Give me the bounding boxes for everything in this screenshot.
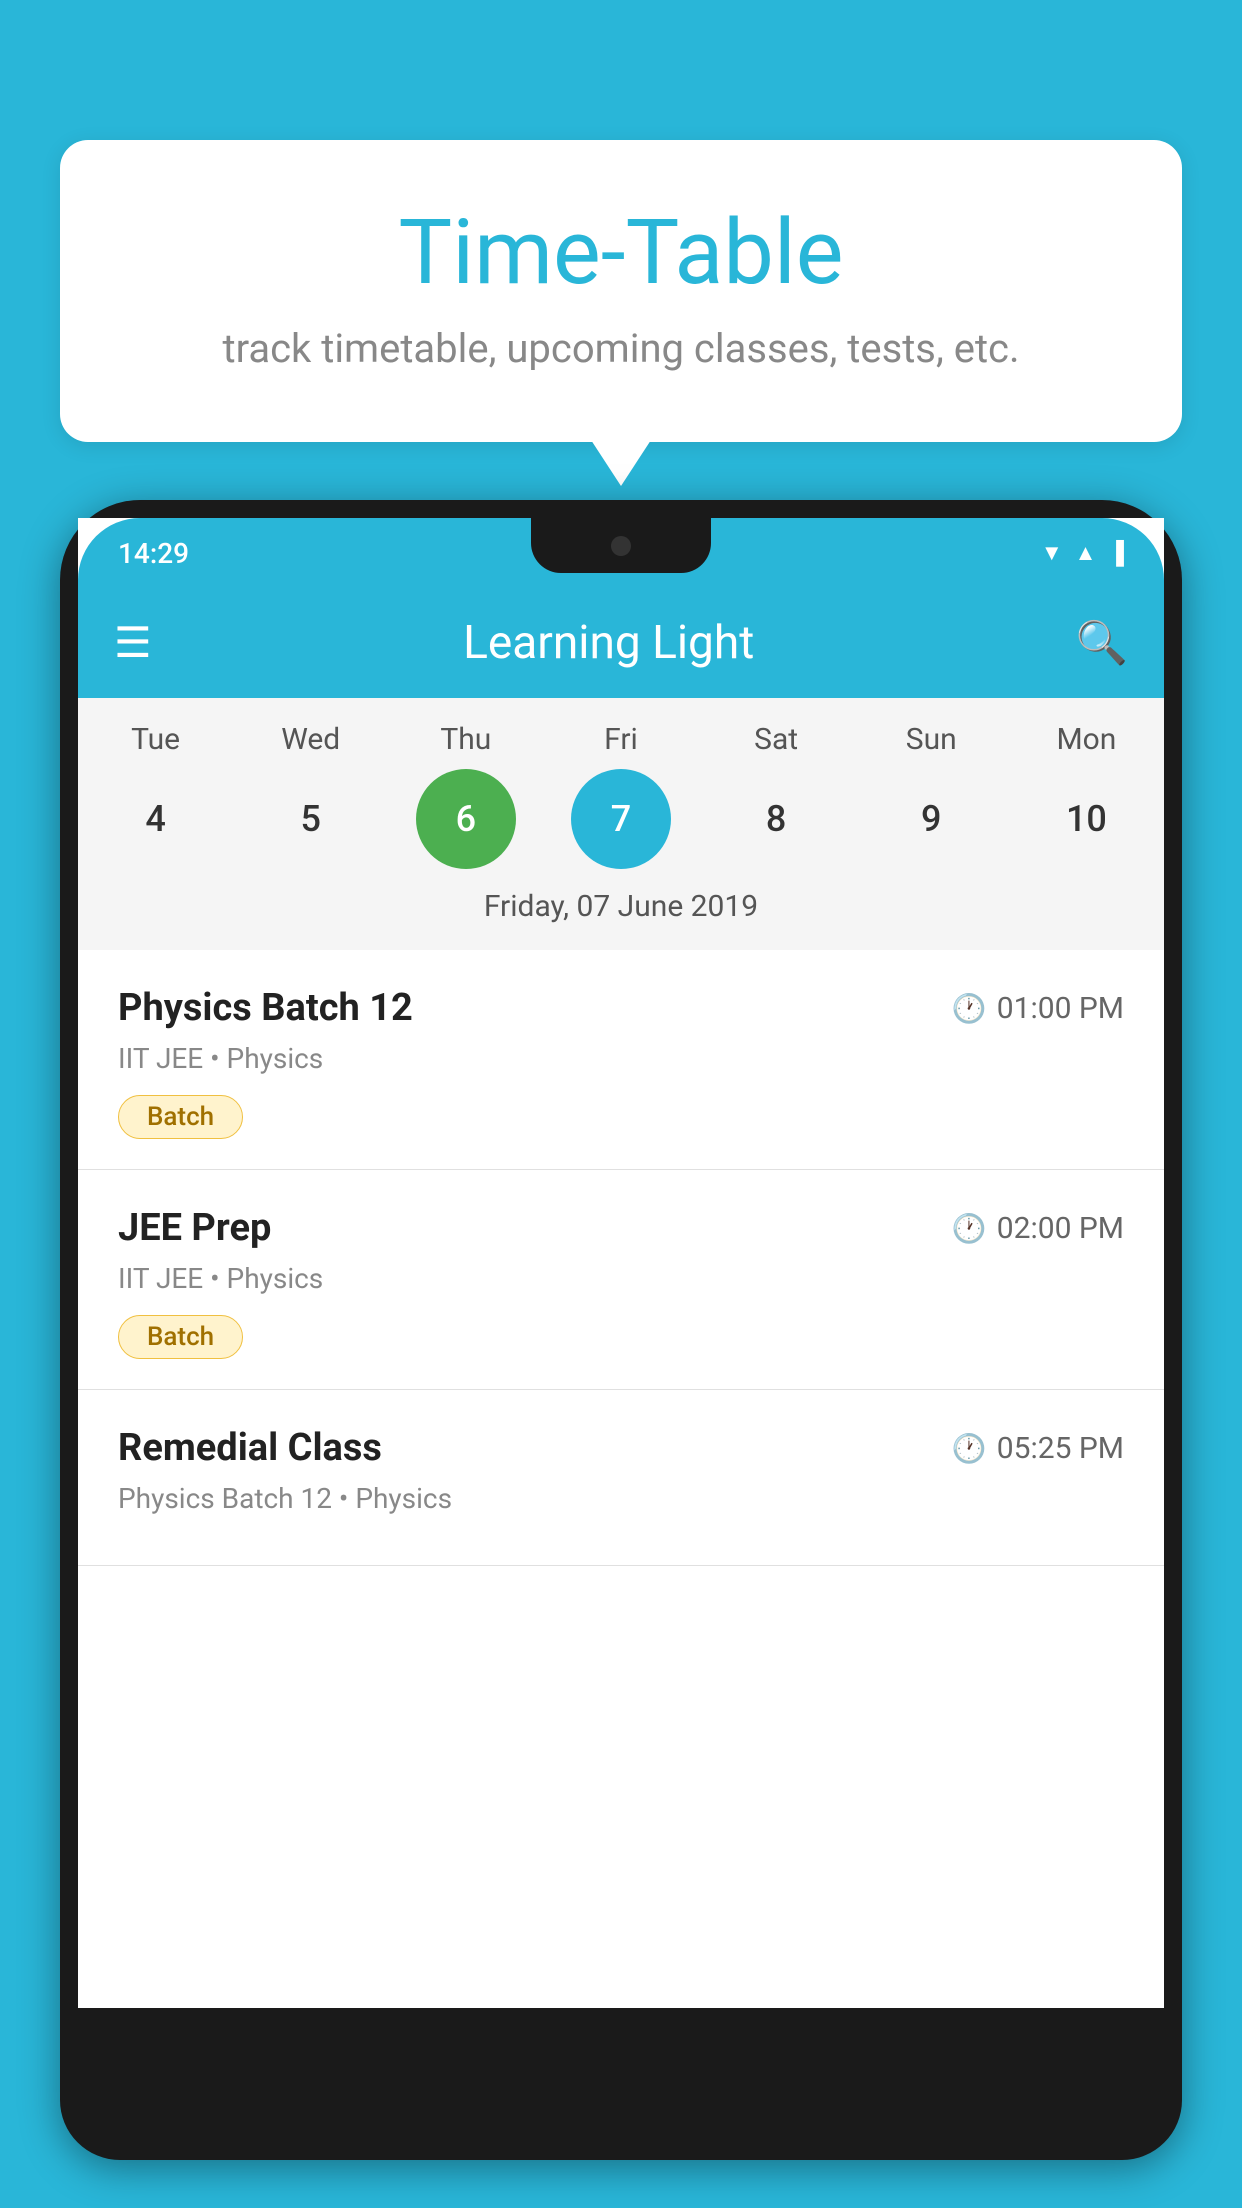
day-name-mon: Mon (1036, 722, 1136, 757)
schedule-item-3[interactable]: Remedial Class 🕐 05:25 PM Physics Batch … (78, 1390, 1164, 1566)
day-7-selected[interactable]: 7 (571, 769, 671, 869)
schedule-item-2-title: JEE Prep (118, 1206, 271, 1250)
day-6-today[interactable]: 6 (416, 769, 516, 869)
schedule-item-1-header: Physics Batch 12 🕐 01:00 PM (118, 986, 1124, 1030)
schedule-item-2-badge: Batch (118, 1315, 243, 1359)
schedule-item-2-time-value: 02:00 PM (997, 1211, 1124, 1246)
schedule-list: Physics Batch 12 🕐 01:00 PM IIT JEE • Ph… (78, 950, 1164, 1566)
day-8[interactable]: 8 (726, 769, 826, 869)
schedule-item-3-time-value: 05:25 PM (997, 1431, 1124, 1466)
day-9[interactable]: 9 (881, 769, 981, 869)
schedule-item-2-header: JEE Prep 🕐 02:00 PM (118, 1206, 1124, 1250)
day-name-sat: Sat (726, 722, 826, 757)
schedule-item-1[interactable]: Physics Batch 12 🕐 01:00 PM IIT JEE • Ph… (78, 950, 1164, 1170)
status-icons: ▼ ▲ ▐ (1041, 540, 1124, 566)
schedule-item-2-sub: IIT JEE • Physics (118, 1262, 1124, 1295)
day-name-thu: Thu (416, 722, 516, 757)
day-name-sun: Sun (881, 722, 981, 757)
wifi-icon: ▼ (1041, 540, 1063, 566)
schedule-item-3-header: Remedial Class 🕐 05:25 PM (118, 1426, 1124, 1470)
speech-bubble: Time-Table track timetable, upcoming cla… (60, 140, 1182, 442)
schedule-item-1-title: Physics Batch 12 (118, 986, 413, 1030)
phone-outer: 14:29 ▼ ▲ ▐ ☰ Learning Light 🔍 Tue (60, 500, 1182, 2160)
schedule-item-2-time: 🕐 02:00 PM (952, 1211, 1124, 1246)
day-numbers: 4 5 6 7 8 9 10 (78, 769, 1164, 869)
status-bar: 14:29 ▼ ▲ ▐ (78, 518, 1164, 588)
search-icon[interactable]: 🔍 (1076, 619, 1128, 668)
day-name-fri: Fri (571, 722, 671, 757)
status-time: 14:29 (118, 537, 189, 570)
schedule-item-2[interactable]: JEE Prep 🕐 02:00 PM IIT JEE • Physics Ba… (78, 1170, 1164, 1390)
schedule-item-1-sub: IIT JEE • Physics (118, 1042, 1124, 1075)
app-bar-title: Learning Light (142, 616, 1076, 670)
day-4[interactable]: 4 (106, 769, 206, 869)
schedule-item-3-title: Remedial Class (118, 1426, 382, 1470)
day-10[interactable]: 10 (1036, 769, 1136, 869)
day-name-wed: Wed (261, 722, 361, 757)
phone-screen: 14:29 ▼ ▲ ▐ ☰ Learning Light 🔍 Tue (78, 518, 1164, 2008)
phone-notch (531, 518, 711, 573)
bubble-title: Time-Table (140, 200, 1102, 305)
schedule-item-3-time: 🕐 05:25 PM (952, 1431, 1124, 1466)
clock-icon-3: 🕐 (952, 1432, 987, 1465)
selected-date-label: Friday, 07 June 2019 (78, 889, 1164, 934)
signal-icon: ▲ (1075, 540, 1097, 566)
day-5[interactable]: 5 (261, 769, 361, 869)
clock-icon-2: 🕐 (952, 1212, 987, 1245)
battery-icon: ▐ (1108, 540, 1124, 566)
schedule-item-1-badge: Batch (118, 1095, 243, 1139)
phone-wrapper: 14:29 ▼ ▲ ▐ ☰ Learning Light 🔍 Tue (60, 500, 1182, 2208)
calendar-strip: Tue Wed Thu Fri Sat Sun Mon 4 5 6 7 8 9 … (78, 698, 1164, 950)
schedule-item-1-time-value: 01:00 PM (997, 991, 1124, 1026)
schedule-item-1-time: 🕐 01:00 PM (952, 991, 1124, 1026)
speech-bubble-container: Time-Table track timetable, upcoming cla… (60, 140, 1182, 442)
day-name-tue: Tue (106, 722, 206, 757)
camera-dot (611, 536, 631, 556)
app-bar: ☰ Learning Light 🔍 (78, 588, 1164, 698)
day-names: Tue Wed Thu Fri Sat Sun Mon (78, 722, 1164, 757)
bubble-subtitle: track timetable, upcoming classes, tests… (140, 325, 1102, 372)
clock-icon-1: 🕐 (952, 992, 987, 1025)
schedule-item-3-sub: Physics Batch 12 • Physics (118, 1482, 1124, 1515)
